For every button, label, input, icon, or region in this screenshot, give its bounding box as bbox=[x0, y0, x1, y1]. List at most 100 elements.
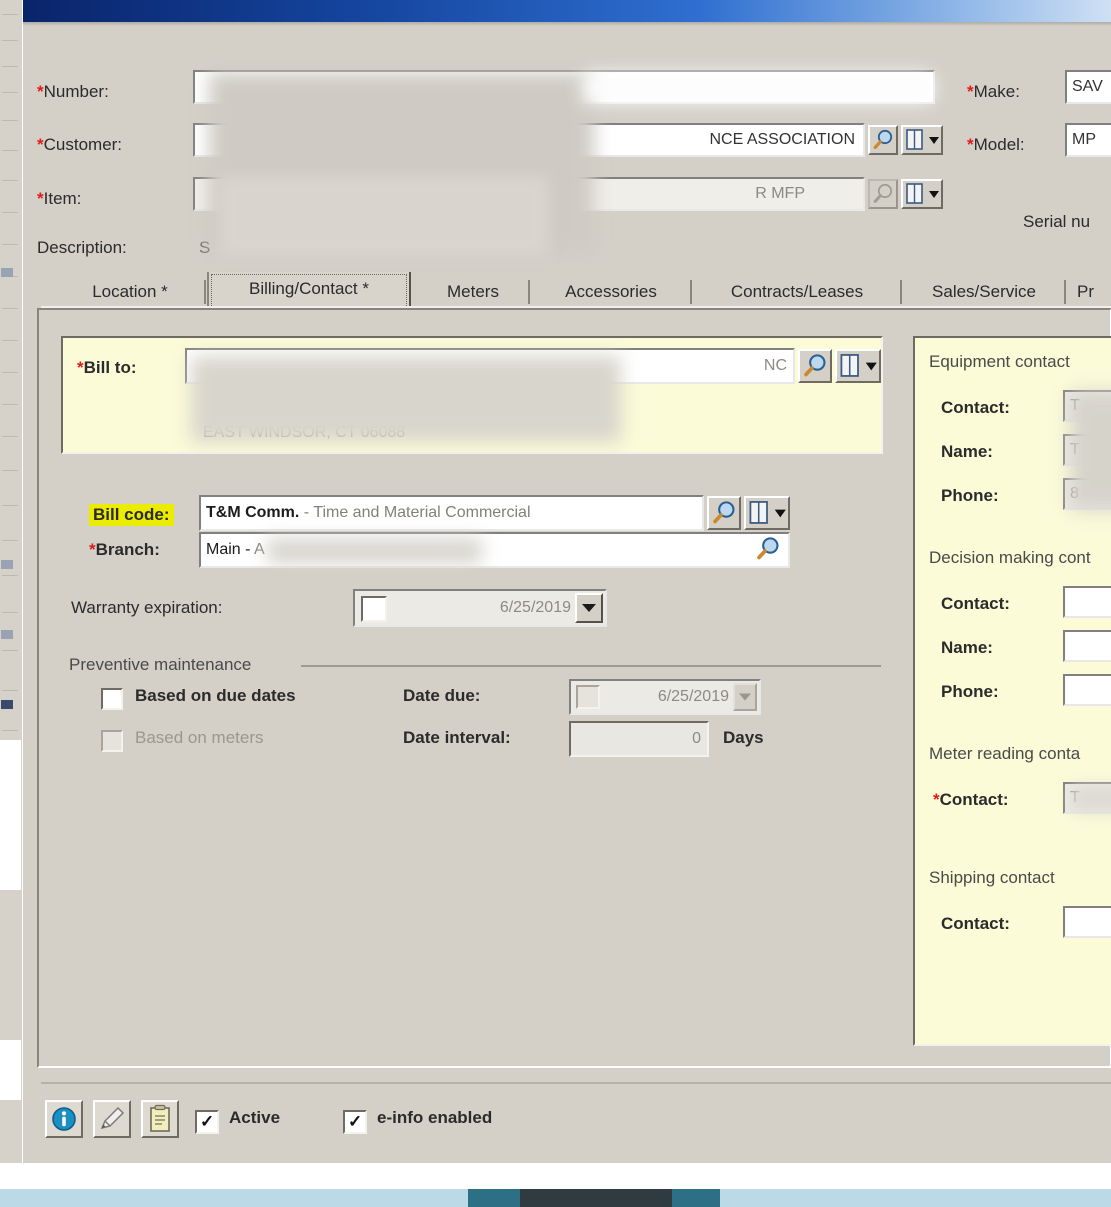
billing-contact-tab-panel: *Bill to: NC Bill code: T&M Comm. - Time… bbox=[37, 308, 1111, 1068]
bill-code-search-button[interactable] bbox=[707, 496, 741, 530]
customer-required-marker: * bbox=[37, 135, 44, 154]
decision-name-label: Name: bbox=[941, 638, 993, 657]
notes-button[interactable] bbox=[141, 1100, 179, 1138]
based-on-meters-checkbox bbox=[101, 730, 123, 752]
tab-accessories[interactable]: Accessories bbox=[531, 276, 692, 308]
tab-sales-service[interactable]: Sales/Service bbox=[903, 276, 1066, 308]
drill-down-icon bbox=[840, 354, 877, 377]
magnifier-icon bbox=[804, 354, 826, 377]
make-value: SAV bbox=[1072, 78, 1103, 95]
equipment-record-window: *Number: *Customer: NCE ASSOCIATION *Ite… bbox=[22, 0, 1111, 1163]
item-search-button[interactable] bbox=[868, 179, 898, 209]
redaction-blur-meter-contact bbox=[1071, 786, 1111, 812]
bill-to-required-marker: * bbox=[77, 358, 84, 377]
shipping-contact-group-label: Shipping contact bbox=[929, 868, 1061, 888]
tab-contracts-leases[interactable]: Contracts/Leases bbox=[693, 276, 902, 308]
equipment-contact-name-label: Name: bbox=[941, 442, 993, 461]
tab-focus-ring bbox=[211, 274, 407, 308]
item-drill-button[interactable] bbox=[901, 179, 943, 209]
active-checkbox[interactable]: ✓ bbox=[195, 1110, 219, 1134]
bill-to-search-button[interactable] bbox=[798, 349, 832, 383]
preventive-maintenance-group-rule bbox=[301, 665, 881, 667]
date-due-datebox[interactable]: 6/25/2019 bbox=[569, 679, 761, 715]
date-due-checkbox[interactable] bbox=[576, 685, 600, 709]
bill-to-label-text: Bill to: bbox=[83, 358, 137, 377]
warranty-expiration-dropdown-button[interactable] bbox=[575, 593, 603, 623]
make-input[interactable]: SAV bbox=[1065, 70, 1111, 104]
branch-label-text: Branch: bbox=[95, 540, 160, 559]
desktop-gap bbox=[0, 1163, 1111, 1189]
warranty-expiration-date: 6/25/2019 bbox=[499, 599, 571, 616]
branch-search-button[interactable] bbox=[753, 534, 787, 566]
checkmark-icon: ✓ bbox=[348, 1112, 363, 1131]
customer-drill-button[interactable] bbox=[901, 125, 943, 155]
warranty-expiration-checkbox[interactable] bbox=[361, 596, 387, 622]
model-value: MP bbox=[1072, 131, 1096, 148]
bill-code-value-desc: - Time and Material Commercial bbox=[303, 504, 531, 521]
pencil-icon bbox=[100, 1106, 125, 1130]
tab-separator bbox=[1064, 280, 1066, 304]
item-value: R MFP bbox=[755, 185, 805, 202]
drill-down-icon bbox=[906, 129, 939, 150]
bill-code-drill-button[interactable] bbox=[744, 496, 790, 530]
model-input[interactable]: MP bbox=[1065, 123, 1111, 157]
tab-preventive[interactable]: Pr bbox=[1067, 276, 1111, 308]
number-required-marker: * bbox=[37, 82, 44, 101]
warranty-expiration-datebox[interactable]: 6/25/2019 bbox=[353, 589, 607, 627]
tab-meters-label: Meters bbox=[447, 282, 499, 301]
taskbar-active-item[interactable] bbox=[520, 1189, 672, 1207]
tab-billing-contact[interactable]: Billing/Contact * bbox=[207, 272, 411, 308]
taskbar-segment bbox=[468, 1189, 520, 1207]
meter-reading-required-marker: * bbox=[933, 790, 940, 809]
serial-number-label: Serial nu bbox=[1023, 212, 1091, 231]
date-interval-input[interactable]: 0 bbox=[569, 721, 709, 757]
einfo-enabled-checkbox[interactable]: ✓ bbox=[343, 1110, 367, 1134]
taskbar-fragment[interactable] bbox=[0, 1189, 1111, 1207]
date-due-label: Date due: bbox=[403, 686, 481, 705]
tab-meters[interactable]: Meters bbox=[417, 276, 530, 308]
number-label-text: Number: bbox=[43, 82, 109, 101]
redaction-blur-branch bbox=[267, 538, 482, 564]
info-button[interactable] bbox=[45, 1100, 83, 1138]
bill-code-value-code: T&M Comm. bbox=[206, 504, 300, 521]
customer-search-button[interactable] bbox=[868, 125, 898, 155]
decision-phone-input[interactable] bbox=[1063, 674, 1111, 706]
decision-phone-label: Phone: bbox=[941, 682, 999, 701]
shipping-contact-label: Contact: bbox=[941, 914, 1010, 933]
window-titlebar[interactable] bbox=[23, 0, 1111, 22]
drill-down-icon bbox=[906, 183, 939, 204]
model-label-text: Model: bbox=[973, 135, 1025, 154]
customer-label: *Customer: bbox=[37, 135, 122, 155]
tab-location[interactable]: Location * bbox=[55, 276, 206, 308]
contacts-panel: Equipment contact Contact: T Name: T Pho… bbox=[913, 336, 1111, 1046]
customer-value: NCE ASSOCIATION bbox=[709, 131, 855, 148]
background-window-sliver bbox=[0, 0, 23, 1163]
bill-code-input[interactable]: T&M Comm. - Time and Material Commercial bbox=[199, 495, 704, 531]
tab-sales-service-label: Sales/Service bbox=[932, 282, 1036, 301]
date-interval-units-label: Days bbox=[723, 728, 764, 747]
branch-value: Main - A bbox=[206, 541, 265, 559]
magnifier-icon bbox=[757, 537, 779, 560]
bill-code-label: Bill code: bbox=[89, 504, 174, 526]
shipping-contact-input[interactable] bbox=[1063, 906, 1111, 938]
taskbar-segment bbox=[720, 1189, 1111, 1207]
taskbar-segment bbox=[0, 1189, 468, 1207]
date-due-dropdown-button[interactable] bbox=[733, 683, 757, 711]
chevron-down-icon bbox=[582, 604, 596, 612]
make-required-marker: * bbox=[967, 82, 974, 101]
decision-name-input[interactable] bbox=[1063, 630, 1111, 662]
decision-contact-input[interactable] bbox=[1063, 586, 1111, 618]
based-on-due-dates-checkbox[interactable] bbox=[101, 688, 123, 710]
number-label: *Number: bbox=[37, 82, 109, 102]
taskbar-segment bbox=[672, 1189, 720, 1207]
bill-to-drill-button[interactable] bbox=[835, 349, 881, 383]
tab-separator bbox=[204, 280, 206, 304]
attachment-button[interactable] bbox=[93, 1100, 131, 1138]
branch-value-desc: A bbox=[254, 541, 265, 558]
based-on-due-dates-label: Based on due dates bbox=[135, 686, 296, 705]
redaction-blur-bill-to bbox=[191, 356, 621, 442]
chevron-down-icon bbox=[739, 693, 751, 701]
tab-separator bbox=[528, 280, 530, 304]
bill-code-value: T&M Comm. - Time and Material Commercial bbox=[206, 504, 531, 522]
bill-to-value: NC bbox=[763, 357, 787, 374]
